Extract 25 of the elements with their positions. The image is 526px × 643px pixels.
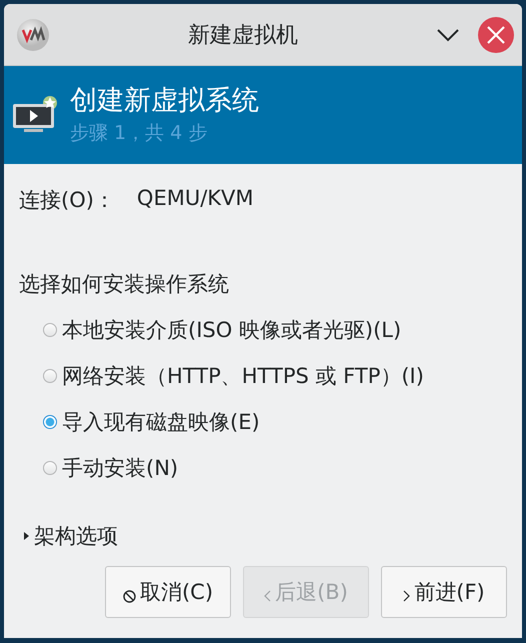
radio-button[interactable] xyxy=(43,323,57,337)
section-label: 选择如何安装操作系统 xyxy=(19,271,230,298)
cancel-icon xyxy=(122,590,136,602)
install-option[interactable]: 手动安装(N) xyxy=(43,452,507,484)
option-label: 导入现有磁盘映像(E) xyxy=(62,409,260,436)
radio-button[interactable] xyxy=(43,415,57,429)
connection-label: 连接(O)： xyxy=(19,187,115,214)
radio-button[interactable] xyxy=(43,369,57,383)
minimize-icon[interactable] xyxy=(436,28,460,42)
window-title: 新建虚拟机 xyxy=(187,22,299,50)
cancel-button[interactable]: 取消(C) xyxy=(105,566,231,618)
option-label: 手动安装(N) xyxy=(62,455,178,482)
install-option[interactable]: 网络安装（HTTP、HTTPS 或 FTP）(I) xyxy=(43,360,507,392)
app-logo-icon xyxy=(16,18,50,52)
option-label: 本地安装介质(ISO 映像或者光驱)(L) xyxy=(62,317,402,344)
install-option[interactable]: 导入现有磁盘映像(E) xyxy=(43,406,507,438)
step-indicator: 步骤 1，共 4 步 xyxy=(70,121,208,146)
connection-value: QEMU/KVM xyxy=(136,186,254,212)
option-label: 网络安装（HTTP、HTTPS 或 FTP）(I) xyxy=(62,363,424,390)
page-title: 创建新虚拟系统 xyxy=(70,84,259,118)
install-option[interactable]: 本地安装介质(ISO 映像或者光驱)(L) xyxy=(43,314,507,346)
close-icon[interactable] xyxy=(478,16,514,52)
forward-button[interactable]: 前进(F) xyxy=(381,566,507,618)
radio-button[interactable] xyxy=(43,461,57,475)
expander-toggle[interactable]: 架构选项 xyxy=(22,522,118,550)
